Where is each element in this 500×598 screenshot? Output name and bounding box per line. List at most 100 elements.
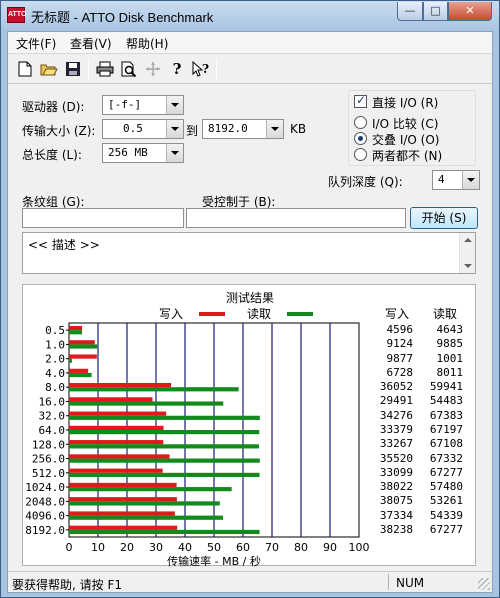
chevron-down-icon[interactable] <box>166 120 183 138</box>
read-rate-value: 54339 <box>429 508 463 522</box>
read-bar <box>69 529 260 535</box>
write-rate-value: 29491 <box>379 394 413 408</box>
read-rate-value: 67108 <box>429 437 463 451</box>
to-label: 到 <box>186 124 199 138</box>
write-bar <box>69 525 178 530</box>
print-preview-icon[interactable] <box>120 60 138 78</box>
status-help-text: 要获得帮助, 请按 F1 <box>12 578 122 592</box>
chevron-down-icon[interactable] <box>462 171 479 189</box>
num-lock-indicator: NUM <box>396 576 425 590</box>
drive-select[interactable]: [-f-] <box>102 95 184 115</box>
write-bar <box>69 497 177 502</box>
read-bar <box>69 330 83 335</box>
chevron-down-icon[interactable] <box>266 120 283 138</box>
io-overlap-radio[interactable] <box>354 132 367 145</box>
scroll-up-icon[interactable] <box>464 238 472 242</box>
menu-help[interactable]: 帮助(H) <box>126 35 168 52</box>
transfer-from-select[interactable]: 0.5 <box>102 119 184 139</box>
x-tick-label: 40 <box>178 541 192 554</box>
write-rate-value: 9877 <box>386 351 414 365</box>
read-rate-value: 59941 <box>429 380 463 394</box>
io-compare-label: I/O 比较 (C) <box>372 117 439 131</box>
queue-depth-label: 队列深度 (Q): <box>328 175 403 189</box>
maximize-button[interactable]: □ <box>423 2 448 21</box>
transfer-to-select[interactable]: 8192.0 <box>202 119 284 139</box>
write-bar <box>69 511 175 516</box>
y-tick-label: 32.0 <box>39 410 66 423</box>
io-compare-radio[interactable] <box>354 116 367 129</box>
close-button[interactable]: ✕ <box>448 2 492 21</box>
move-icon[interactable] <box>144 60 162 78</box>
resize-grip[interactable] <box>478 578 490 590</box>
minimize-button[interactable]: — <box>397 2 423 21</box>
drive-value: [-f-] <box>108 98 142 111</box>
y-tick-label: 64.0 <box>39 424 66 437</box>
direct-io-checkbox[interactable] <box>354 93 367 108</box>
read-bar <box>69 430 260 435</box>
description-scrollbar[interactable] <box>459 233 475 273</box>
write-rate-value: 4596 <box>386 323 414 337</box>
client-area: 文件(F) 查看(V) 帮助(H) ? ? 驱动器 (D): [-f-] 传输大… <box>7 31 493 593</box>
menu-file[interactable]: 文件(F) <box>16 35 56 52</box>
x-tick-label: 80 <box>294 541 308 554</box>
new-file-icon[interactable] <box>16 60 34 78</box>
window-title: 无标题 - ATTO Disk Benchmark <box>31 10 214 25</box>
results-panel: 测试结果 写入 读取 写入 读取 0 10 20 30 40 50 60 70 80 90 100 传… <box>22 284 476 567</box>
write-bar <box>69 440 164 445</box>
queue-depth-value: 4 <box>438 173 445 186</box>
transfer-from-value: 0.5 <box>123 122 143 135</box>
description-text: << 描述 >> <box>28 238 100 252</box>
write-rate-value: 38238 <box>379 522 413 536</box>
transfer-to-value: 8192.0 <box>208 122 248 135</box>
write-rate-value: 34276 <box>379 408 413 422</box>
read-bar <box>69 444 259 449</box>
stripe-group-select[interactable] <box>22 208 184 228</box>
context-help-icon[interactable]: ? <box>192 60 210 78</box>
write-bar <box>69 482 177 488</box>
read-bar <box>69 372 92 378</box>
x-tick-label: 100 <box>349 541 370 554</box>
read-rate-value: 8011 <box>436 365 464 379</box>
chevron-down-icon[interactable] <box>166 144 183 162</box>
print-icon[interactable] <box>96 60 114 78</box>
svg-text:?: ? <box>202 62 209 76</box>
kb-label: KB <box>290 122 307 136</box>
read-bar <box>69 415 260 420</box>
read-rate-value: 57480 <box>429 480 463 494</box>
y-tick-label: 8192.0 <box>25 524 65 537</box>
x-tick-label: 20 <box>120 541 134 554</box>
scroll-down-icon[interactable] <box>464 264 472 268</box>
description-textarea[interactable]: << 描述 >> <box>22 232 476 274</box>
start-button[interactable]: 开始 (S) <box>410 207 478 229</box>
write-bar <box>69 383 172 388</box>
x-axis-label: 传输速率 - MB / 秒 <box>167 554 261 567</box>
y-tick-label: 1.0 <box>45 338 65 351</box>
title-bar[interactable]: ATTO 无标题 - ATTO Disk Benchmark — □ ✕ <box>1 1 499 31</box>
read-bar <box>69 358 72 363</box>
x-tick-label: 30 <box>149 541 163 554</box>
save-icon[interactable] <box>64 60 82 78</box>
write-bar <box>69 454 170 459</box>
write-rate-value: 33379 <box>379 423 413 436</box>
read-bar <box>69 515 223 520</box>
write-bar <box>69 411 167 416</box>
y-tick-label: 1024.0 <box>25 481 65 494</box>
help-icon[interactable]: ? <box>168 60 186 78</box>
y-tick-label: 0.5 <box>45 324 65 337</box>
menu-view[interactable]: 查看(V) <box>70 35 112 52</box>
status-bar: 要获得帮助, 请按 F1 NUM <box>8 571 492 592</box>
write-rate-value: 36052 <box>379 380 413 394</box>
x-tick-label: 0 <box>66 541 73 554</box>
y-tick-label: 4096.0 <box>25 510 65 523</box>
io-neither-radio[interactable] <box>354 148 367 161</box>
x-tick-label: 60 <box>236 541 250 554</box>
y-tick-label: 2.0 <box>45 353 65 366</box>
x-tick-label: 50 <box>207 541 221 554</box>
queue-depth-select[interactable]: 4 <box>432 170 480 190</box>
write-bar <box>69 425 164 430</box>
open-folder-icon[interactable] <box>40 60 58 78</box>
total-length-select[interactable]: 256 MB <box>102 143 184 163</box>
controlled-by-select[interactable] <box>186 208 406 228</box>
chevron-down-icon[interactable] <box>166 96 183 114</box>
status-separator <box>388 574 389 590</box>
